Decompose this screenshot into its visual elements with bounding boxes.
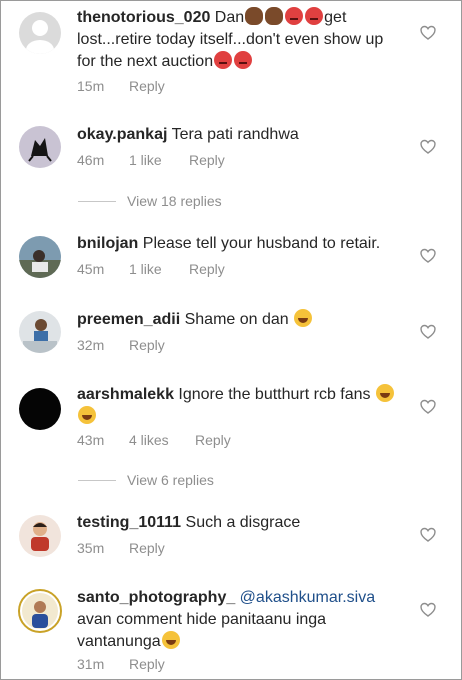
comment-text: okay.pankaj Tera pati randhwa: [77, 126, 299, 143]
comment-username[interactable]: testing_10111: [77, 514, 181, 531]
comment-meta: 45m 1 like Reply: [77, 261, 225, 277]
comment-time: 15m: [77, 78, 105, 94]
comment-username[interactable]: thenotorious_020: [77, 9, 210, 26]
poop-emoji-icon: [265, 7, 284, 25]
comment-text: preemen_adii Shame on dan: [77, 309, 407, 331]
like-count[interactable]: 4 likes: [129, 432, 195, 448]
heart-icon[interactable]: [420, 324, 436, 340]
comments-frame: [0, 0, 462, 680]
heart-icon[interactable]: [420, 602, 436, 618]
reply-button[interactable]: Reply: [129, 337, 165, 353]
angry-emoji-icon: [234, 51, 253, 69]
comment-time: 43m: [77, 432, 105, 448]
comment-meta: 43m 4 likes Reply: [77, 432, 231, 448]
comment-meta: 32m Reply: [77, 337, 165, 353]
comment-time: 46m: [77, 152, 105, 168]
like-count[interactable]: 1 like: [129, 152, 189, 168]
comment-username[interactable]: okay.pankaj: [77, 126, 167, 143]
reply-button[interactable]: Reply: [195, 432, 231, 448]
reply-button[interactable]: Reply: [189, 152, 225, 168]
photo-avatar[interactable]: [19, 515, 61, 557]
angry-emoji-icon: [305, 7, 324, 25]
default-avatar-icon[interactable]: [19, 12, 61, 54]
mention-link[interactable]: @akashkumar.siva: [235, 589, 375, 606]
photo-avatar[interactable]: [18, 589, 62, 633]
heart-icon[interactable]: [420, 248, 436, 264]
comment-time: 32m: [77, 337, 105, 353]
reply-button[interactable]: Reply: [129, 656, 165, 672]
comment-text: aarshmalekk Ignore the butthurt rcb fans: [77, 384, 407, 428]
comment-username[interactable]: bnilojan: [77, 235, 138, 252]
comment-time: 45m: [77, 261, 105, 277]
heart-icon[interactable]: [420, 399, 436, 415]
comment-time: 31m: [77, 656, 105, 672]
divider-line: [78, 200, 116, 202]
photo-avatar[interactable]: [19, 388, 61, 430]
photo-avatar[interactable]: [19, 126, 61, 168]
heart-icon[interactable]: [420, 25, 436, 41]
heart-icon[interactable]: [420, 139, 436, 155]
poop-emoji-icon: [245, 7, 264, 25]
like-count[interactable]: 1 like: [129, 261, 189, 277]
comment-meta: 31m Reply: [77, 656, 165, 672]
laughing-emoji-icon: [294, 309, 313, 327]
comment-meta: 15m Reply: [77, 78, 165, 94]
comment-text: thenotorious_020 Dan get lost...retire to…: [77, 7, 384, 70]
reply-button[interactable]: Reply: [189, 261, 225, 277]
reply-button[interactable]: Reply: [129, 78, 165, 94]
comment-text: santo_photography_ @akashkumar.siva avan…: [77, 589, 376, 650]
comment-text: testing_10111 Such a disgrace: [77, 514, 301, 531]
laughing-emoji-icon: [78, 406, 96, 424]
comment-text: bnilojan Please tell your husband to ret…: [77, 235, 381, 252]
angry-emoji-icon: [214, 51, 233, 69]
comment-username[interactable]: aarshmalekk: [77, 386, 174, 403]
view-replies-button[interactable]: View 6 replies: [78, 470, 214, 490]
divider-line: [78, 479, 116, 481]
comment-meta: 35m Reply: [77, 540, 165, 556]
heart-icon[interactable]: [420, 527, 436, 543]
reply-button[interactable]: Reply: [129, 540, 165, 556]
photo-avatar[interactable]: [19, 236, 61, 278]
photo-avatar[interactable]: [19, 311, 61, 353]
view-replies-button[interactable]: View 18 replies: [78, 191, 222, 211]
laughing-emoji-icon: [375, 384, 394, 402]
angry-emoji-icon: [285, 7, 304, 25]
comment-time: 35m: [77, 540, 105, 556]
comment-meta: 46m 1 like Reply: [77, 152, 225, 168]
comment-username[interactable]: preemen_adii: [77, 311, 180, 328]
comment-username[interactable]: santo_photography_: [77, 589, 235, 606]
laughing-emoji-icon: [161, 631, 180, 649]
